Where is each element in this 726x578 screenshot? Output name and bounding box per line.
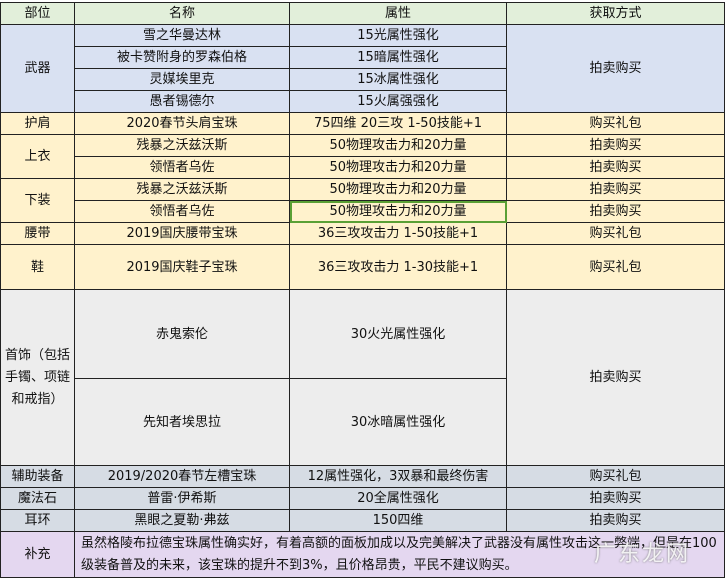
table-row: 武器 雪之华曼达林 15光属性强化 拍卖购买 [0,24,725,113]
attr-cell[interactable]: 12属性强化，3双暴和最终伤害 [289,465,507,488]
method-cell[interactable]: 拍卖购买 [506,289,725,466]
table-row: 腰带 2019国庆腰带宝珠 36三攻攻击力 1-50技能+1 购买礼包 [0,222,725,245]
method-cell[interactable]: 购买礼包 [506,244,725,290]
attr-cell[interactable]: 15暗属性强化 [289,46,507,69]
attr-cell[interactable]: 15火属强强化 [289,90,507,113]
watermark: 广东龙网 [593,542,690,567]
attr-cell[interactable]: 15光属性强化 [289,24,507,47]
method-cell[interactable]: 拍卖购买 [506,509,725,532]
method-cell[interactable]: 拍卖购买 [506,178,725,201]
method-cell[interactable]: 拍卖购买 [506,24,725,113]
header-method[interactable]: 获取方式 [506,2,725,25]
name-cell[interactable]: 灵媒埃里克 [74,68,290,91]
name-cell[interactable]: 2019国庆腰带宝珠 [74,222,290,245]
attr-cell[interactable]: 20全属性强化 [289,487,507,510]
name-cell[interactable]: 愚者锡德尔 [74,90,290,113]
name-cell[interactable]: 赤鬼索伦 [74,289,290,379]
equipment-table: 部位 名称 属性 获取方式 武器 雪之华曼达林 15光属性强化 拍卖购买 被卡赞… [0,2,725,578]
method-cell[interactable]: 拍卖购买 [506,200,725,223]
name-cell[interactable]: 残暴之沃兹沃斯 [74,134,290,157]
table-row: 首饰（包括手镯、项链和戒指） 赤鬼索伦 30火光属性强化 拍卖购买 [0,289,725,466]
name-cell[interactable]: 残暴之沃兹沃斯 [74,178,290,201]
selected-attr-cell[interactable]: 50物理攻击力和20力量 [289,200,507,223]
method-cell[interactable]: 拍卖购买 [506,134,725,157]
name-cell[interactable]: 先知者埃思拉 [74,378,290,466]
name-cell[interactable]: 领悟者乌佐 [74,200,290,223]
attr-cell[interactable]: 150四维 [289,509,507,532]
method-cell[interactable]: 拍卖购买 [506,156,725,179]
attr-cell[interactable]: 36三攻攻击力 1-30技能+1 [289,244,507,290]
name-cell[interactable]: 2020春节头肩宝珠 [74,112,290,135]
header-attr[interactable]: 属性 [289,2,507,25]
table-row: 领悟者乌佐 50物理攻击力和20力量 拍卖购买 [1,156,725,179]
method-cell[interactable]: 购买礼包 [506,112,725,135]
method-cell[interactable]: 购买礼包 [506,222,725,245]
part-cell[interactable]: 鞋 [0,244,75,290]
table-row: 领悟者乌佐 50物理攻击力和20力量 拍卖购买 [1,200,725,223]
header-row: 部位 名称 属性 获取方式 [0,2,725,25]
header-part[interactable]: 部位 [0,2,75,25]
part-cell[interactable]: 首饰（包括手镯、项链和戒指） [0,289,75,466]
attr-cell[interactable]: 15冰属性强化 [289,68,507,91]
table-row: 魔法石 普雷·伊希斯 20全属性强化 拍卖购买 [0,487,725,510]
table-row: 鞋 2019国庆鞋子宝珠 36三攻攻击力 1-30技能+1 购买礼包 [0,244,725,290]
note-label[interactable]: 补充 [0,531,75,578]
method-cell[interactable]: 拍卖购买 [506,487,725,510]
name-cell[interactable]: 2019国庆鞋子宝珠 [74,244,290,290]
part-cell[interactable]: 护肩 [0,112,75,135]
part-cell[interactable]: 上衣 [0,134,75,179]
name-cell[interactable]: 2019/2020春节左槽宝珠 [74,465,290,488]
part-cell[interactable]: 武器 [0,24,75,113]
table-row: 耳环 黑眼之夏勒·弗兹 150四维 拍卖购买 [0,509,725,532]
attr-cell[interactable]: 30冰暗属性强化 [289,378,507,466]
part-cell[interactable]: 魔法石 [0,487,75,510]
name-cell[interactable]: 领悟者乌佐 [74,156,290,179]
attr-cell[interactable]: 30火光属性强化 [289,289,507,379]
name-cell[interactable]: 被卡赞附身的罗森伯格 [74,46,290,69]
method-cell[interactable]: 购买礼包 [506,465,725,488]
attr-cell[interactable]: 75四维 20三攻 1-50技能+1 [289,112,507,135]
attr-cell[interactable]: 50物理攻击力和20力量 [289,156,507,179]
part-cell[interactable]: 腰带 [0,222,75,245]
table-row: 下装 残暴之沃兹沃斯 50物理攻击力和20力量 拍卖购买 [0,178,725,223]
name-cell[interactable]: 黑眼之夏勒·弗兹 [74,509,290,532]
attr-cell[interactable]: 36三攻攻击力 1-50技能+1 [289,222,507,245]
attr-cell[interactable]: 50物理攻击力和20力量 [289,178,507,201]
attr-cell[interactable]: 50物理攻击力和20力量 [289,134,507,157]
table-row: 辅助装备 2019/2020春节左槽宝珠 12属性强化，3双暴和最终伤害 购买礼… [0,465,725,488]
part-cell[interactable]: 下装 [0,178,75,223]
name-cell[interactable]: 雪之华曼达林 [74,24,290,47]
name-cell[interactable]: 普雷·伊希斯 [74,487,290,510]
table-row: 护肩 2020春节头肩宝珠 75四维 20三攻 1-50技能+1 购买礼包 [0,112,725,135]
header-name[interactable]: 名称 [74,2,290,25]
table-row: 上衣 残暴之沃兹沃斯 50物理攻击力和20力量 拍卖购买 [0,134,725,179]
part-cell[interactable]: 耳环 [0,509,75,532]
part-cell[interactable]: 辅助装备 [0,465,75,488]
